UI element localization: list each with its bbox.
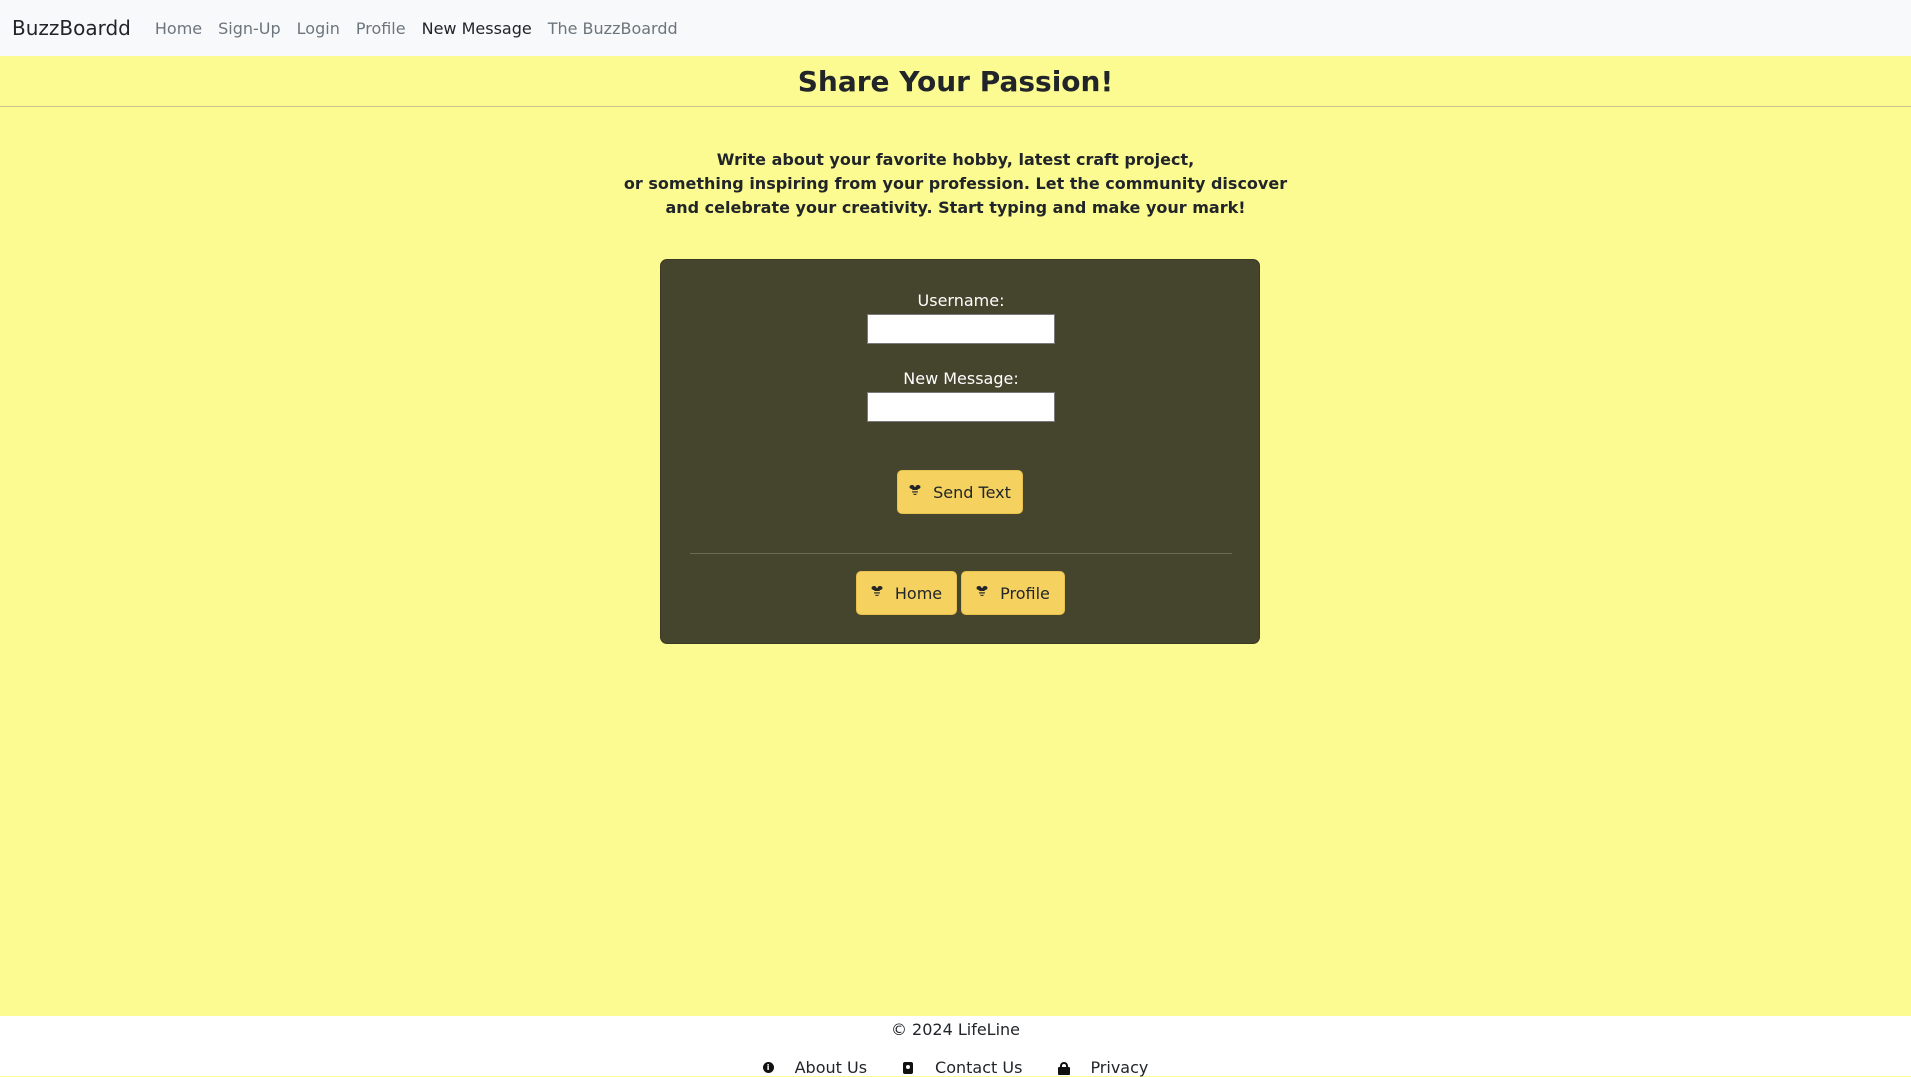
brand-link[interactable]: BuzzBoardd	[12, 16, 131, 40]
home-button-label: Home	[894, 583, 943, 603]
nav-new-message[interactable]: New Message	[422, 19, 532, 38]
profile-button-label: Profile	[1000, 583, 1050, 603]
intro-line-2: or something inspiring from your profess…	[623, 174, 1288, 193]
username-input[interactable]	[867, 314, 1055, 344]
bee-icon	[909, 484, 921, 500]
privacy-link[interactable]: Privacy	[1058, 1058, 1148, 1077]
nav-login[interactable]: Login	[297, 19, 340, 38]
new-message-input[interactable]	[867, 392, 1055, 422]
username-label: Username:	[917, 291, 1005, 310]
footer-links: i About Us Contact Us Privacy	[0, 1058, 1911, 1077]
profile-button[interactable]: Profile	[961, 571, 1065, 615]
send-text-button[interactable]: Send Text	[897, 470, 1023, 514]
top-navbar: BuzzBoardd Home Sign-Up Login Profile Ne…	[0, 0, 1911, 56]
about-us-label: About Us	[794, 1058, 868, 1077]
nav-profile[interactable]: Profile	[356, 19, 406, 38]
page-header: Share Your Passion!	[0, 56, 1911, 107]
new-message-label: New Message:	[903, 369, 1019, 388]
about-us-link[interactable]: i About Us	[762, 1058, 868, 1077]
contact-card-icon	[903, 1061, 915, 1074]
intro-text: Write about your favorite hobby, latest …	[0, 148, 1911, 220]
home-button[interactable]: Home	[856, 571, 957, 615]
intro-line-3: and celebrate your creativity. Start typ…	[665, 198, 1246, 217]
message-form-card: Username: New Message: Send Text Home Pr…	[660, 259, 1260, 644]
nav-the-buzzboardd[interactable]: The BuzzBoardd	[548, 19, 678, 38]
privacy-label: Privacy	[1090, 1058, 1149, 1077]
nav-home[interactable]: Home	[155, 19, 202, 38]
send-text-label: Send Text	[933, 482, 1011, 502]
info-icon: i	[762, 1061, 775, 1074]
bee-icon	[871, 585, 883, 601]
lock-icon	[1058, 1061, 1071, 1075]
copyright-text: © 2024 LifeLine	[890, 1020, 1021, 1039]
contact-us-link[interactable]: Contact Us	[903, 1058, 1022, 1077]
intro-line-1: Write about your favorite hobby, latest …	[716, 150, 1195, 169]
form-divider	[690, 553, 1232, 554]
contact-us-label: Contact Us	[935, 1058, 1023, 1077]
nav-sign-up[interactable]: Sign-Up	[218, 19, 281, 38]
page-footer: © 2024 LifeLine i About Us Contact Us Pr…	[0, 1016, 1911, 1077]
page-title: Share Your Passion!	[797, 64, 1114, 98]
bee-icon	[976, 585, 988, 601]
